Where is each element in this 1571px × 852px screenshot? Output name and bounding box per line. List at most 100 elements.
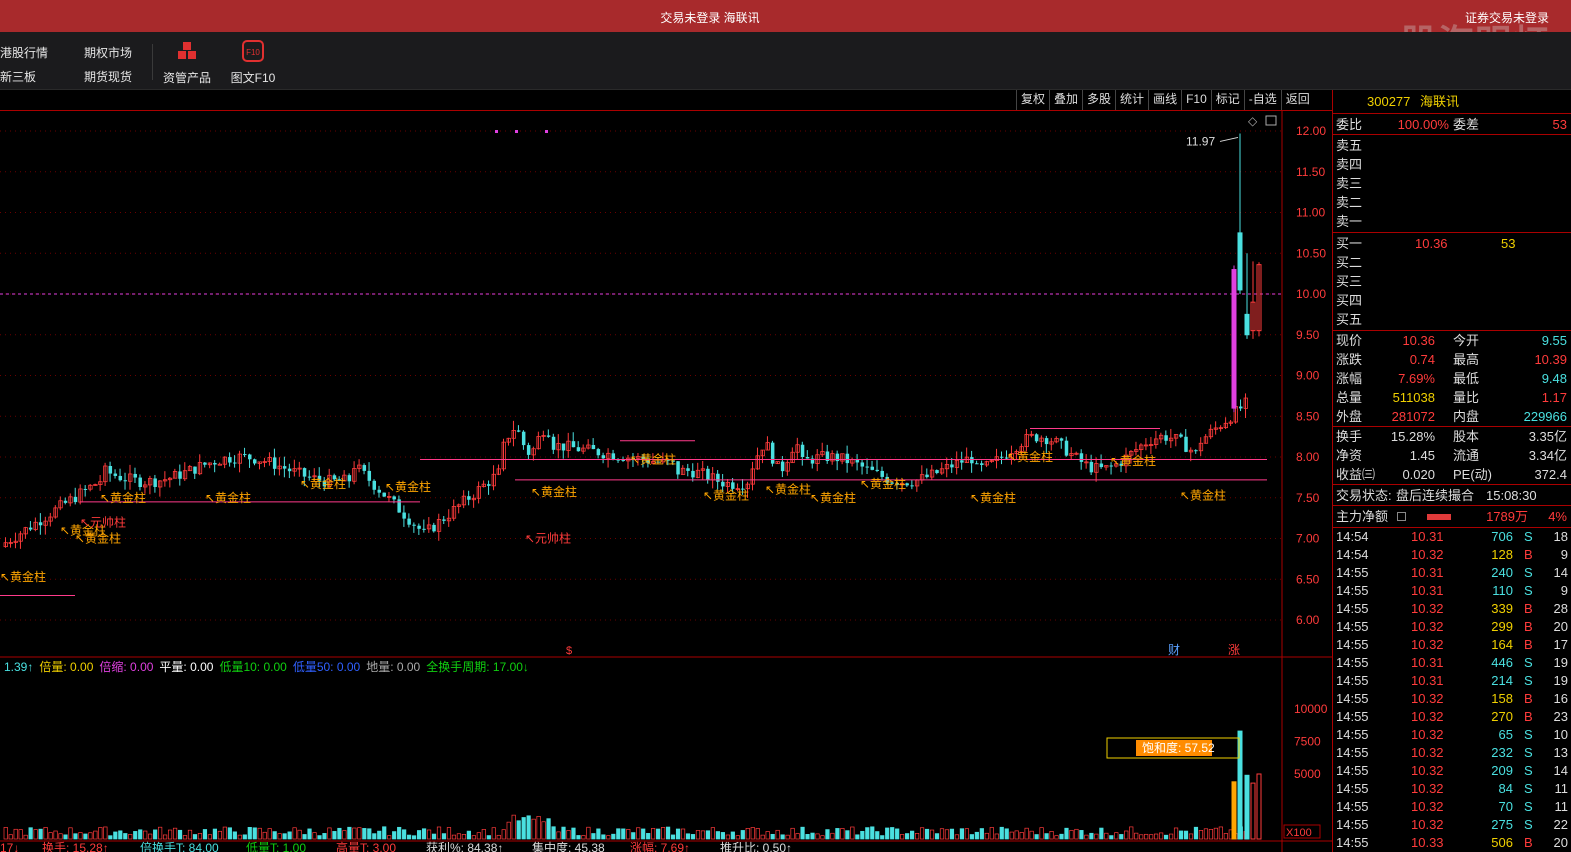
tick-side: B xyxy=(1524,547,1533,562)
volume-bar xyxy=(337,827,342,840)
tick-row: 14:55 10.31 214 S 19 xyxy=(1333,672,1571,690)
price-tick-label: 10.50 xyxy=(1296,246,1326,260)
ask-level[interactable]: 卖五 xyxy=(1333,136,1571,155)
quote-value: 10.36 xyxy=(1402,333,1435,348)
kline-chart[interactable]: 12.00 11.50 11.00 10.50 10.00 9.50 9.00 8.50 8.0… xyxy=(0,111,1332,852)
chart-area[interactable]: 12.00 11.50 11.00 10.50 10.00 9.50 9.00 8.50 8.0… xyxy=(0,110,1332,852)
ask-level[interactable]: 卖三 xyxy=(1333,174,1571,193)
ask-level[interactable]: 卖四 xyxy=(1333,155,1571,174)
tick-list[interactable]: 14:54 10.31 706 S 18 14:54 10.32 128 B 9 14:55 10.3… xyxy=(1333,528,1571,852)
volume-bar xyxy=(1188,833,1194,840)
volume-bar xyxy=(994,833,999,840)
chart-tool-0[interactable]: 复权 xyxy=(1016,90,1050,110)
tick-volume: 65 xyxy=(1498,727,1513,742)
tick-price: 10.31 xyxy=(1411,565,1444,580)
tick-price: 10.32 xyxy=(1411,691,1444,706)
volume-bar xyxy=(979,828,984,840)
weibi-value: 100.00% xyxy=(1397,117,1449,132)
bottom-legend-item: 高量T: 3.00 xyxy=(336,840,396,852)
candle-body xyxy=(780,461,785,472)
nav-neeq[interactable]: 新三板 xyxy=(0,68,36,85)
ask-level[interactable]: 卖一 xyxy=(1333,212,1571,231)
volume-bar xyxy=(939,828,945,840)
nav-hk-quotes[interactable]: 港股行情 xyxy=(0,44,48,61)
tick-time: 14:55 xyxy=(1336,655,1369,670)
volume-bar xyxy=(770,833,775,840)
candle-body xyxy=(1239,406,1243,409)
bottom-legend-item: 涨幅: 7.69↑ xyxy=(630,840,690,852)
panel-toggle-icon xyxy=(1265,115,1277,126)
volume-bar xyxy=(566,830,571,840)
chart-tool-7[interactable]: -自选 xyxy=(1243,90,1281,110)
tick-price: 10.32 xyxy=(1411,709,1444,724)
volume-bar xyxy=(1054,835,1059,840)
gold-bar-annotation: ↖黄金柱 xyxy=(531,484,577,499)
dropdown-icon[interactable] xyxy=(1397,512,1406,521)
volume-bar xyxy=(1244,774,1250,840)
bid-level[interactable]: 买二 xyxy=(1333,253,1571,272)
quote-label-2: 最高 xyxy=(1453,352,1480,367)
chart-tool-1[interactable]: 叠加 xyxy=(1049,90,1083,110)
bid-level[interactable]: 买四 xyxy=(1333,291,1571,310)
ask-level[interactable]: 卖二 xyxy=(1333,193,1571,212)
chart-tool-6[interactable]: 标记 xyxy=(1210,90,1244,110)
chart-tool-8[interactable]: 返回 xyxy=(1280,90,1314,110)
volume-bar xyxy=(352,827,357,840)
volume-bar xyxy=(3,827,8,840)
volume-bar xyxy=(262,831,267,840)
bid-level[interactable]: 买五 xyxy=(1333,310,1571,329)
tick-time: 14:55 xyxy=(1336,727,1369,742)
tick-price: 10.32 xyxy=(1411,763,1444,778)
volume-bar xyxy=(616,828,621,840)
chart-tool-2[interactable]: 多股 xyxy=(1082,90,1116,110)
asset-products-button[interactable]: 资管产品 xyxy=(162,40,212,86)
volume-bar xyxy=(436,826,442,840)
volume-bar xyxy=(451,834,457,840)
bid-level[interactable]: 买三 xyxy=(1333,272,1571,291)
price-tick-label: 10.00 xyxy=(1296,287,1326,301)
tick-volume: 164 xyxy=(1491,637,1513,652)
volume-bar xyxy=(715,831,720,840)
stats-label: 换手 xyxy=(1336,429,1363,444)
candle-body xyxy=(178,471,182,479)
candle-body xyxy=(83,488,88,490)
tick-count: 9 xyxy=(1560,547,1568,562)
tick-count: 19 xyxy=(1553,673,1568,688)
candle-body xyxy=(467,496,471,500)
ask-label: 卖四 xyxy=(1336,157,1363,172)
signal-dot xyxy=(515,130,518,133)
candle-body xyxy=(516,430,521,432)
tick-time: 14:55 xyxy=(1336,709,1369,724)
gold-bar-annotation: ↖黄金柱 xyxy=(970,490,1016,505)
volume-bar xyxy=(1149,834,1154,840)
nav-options-market[interactable]: 期权市场 xyxy=(84,44,132,61)
tick-price: 10.31 xyxy=(1411,529,1444,544)
bid-levels: 买一 10.36 53 买二 买三 买四 买五 xyxy=(1333,233,1571,331)
price-tick-label: 8.00 xyxy=(1296,450,1320,464)
tick-time: 14:55 xyxy=(1336,637,1369,652)
bid-level[interactable]: 买一 10.36 53 xyxy=(1333,234,1571,253)
quote-value-2: 10.39 xyxy=(1534,352,1567,367)
chart-tool-4[interactable]: 画线 xyxy=(1148,90,1182,110)
volume-bar xyxy=(282,833,287,840)
tick-volume: 270 xyxy=(1491,709,1513,724)
volume-bar xyxy=(745,827,750,840)
volume-bar xyxy=(1114,832,1119,840)
nav-futures-spot[interactable]: 期货现货 xyxy=(84,68,132,85)
volume-bar xyxy=(33,829,38,840)
finance-marker: 财 xyxy=(1168,643,1180,657)
f10-button[interactable]: F10 图文F10 xyxy=(229,40,277,86)
tick-side: B xyxy=(1524,637,1533,652)
stats-value-2: 3.34亿 xyxy=(1528,448,1567,463)
chart-tool-5[interactable]: F10 xyxy=(1181,90,1211,110)
volume-bar xyxy=(1064,827,1069,840)
volume-bar xyxy=(710,827,716,840)
candle-body xyxy=(935,470,939,474)
candle-body xyxy=(347,475,352,482)
volume-bar xyxy=(561,826,566,840)
candle-body xyxy=(417,525,421,529)
tick-price: 10.32 xyxy=(1411,601,1444,616)
chart-tool-3[interactable]: 统计 xyxy=(1115,90,1149,110)
candle-body xyxy=(546,435,551,437)
volume-bar xyxy=(222,826,227,840)
